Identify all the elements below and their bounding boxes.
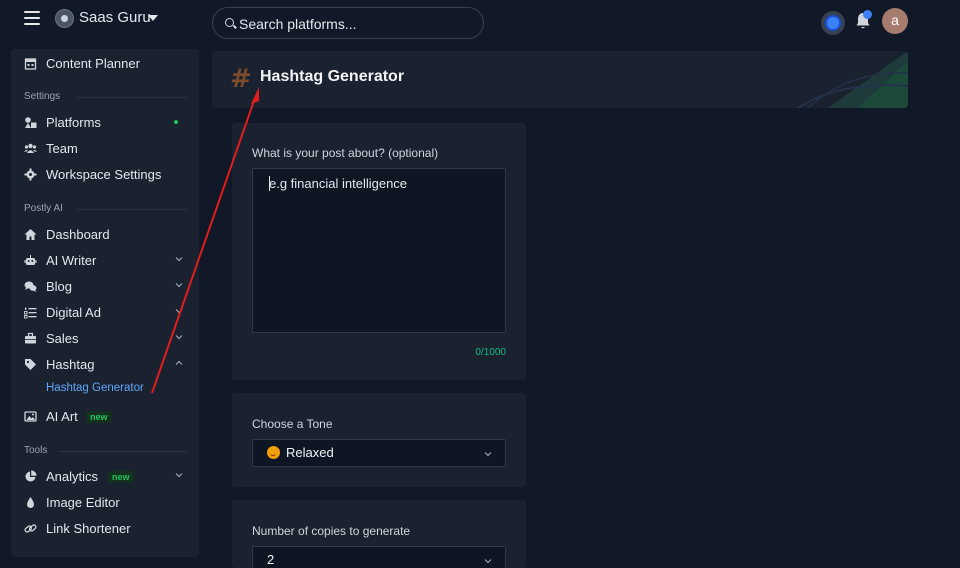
sidebar-item-label: AI Writer — [46, 253, 97, 268]
copies-value: 2 — [267, 552, 275, 567]
droplet-icon — [24, 496, 37, 509]
image-icon — [24, 410, 37, 423]
sidebar-subitem-hashtag-generator[interactable]: Hashtag Generator — [46, 382, 144, 394]
sidebar-item-label: Analytics — [46, 469, 99, 484]
divider — [77, 209, 187, 210]
pie-chart-icon — [24, 470, 37, 483]
copies-card: Number of copies to generate 2 — [232, 500, 526, 568]
sidebar-item-content-planner[interactable]: Content Planner — [11, 54, 199, 74]
text-cursor — [269, 176, 270, 191]
sidebar-item-dashboard[interactable]: Dashboard — [11, 225, 199, 245]
settings-button[interactable] — [821, 11, 845, 35]
link-icon — [24, 522, 37, 535]
divider — [59, 451, 187, 452]
chevron-down-icon[interactable] — [174, 254, 184, 264]
sidebar-item-analytics[interactable]: Analytics new — [11, 467, 199, 487]
tone-card: Choose a Tone Relaxed — [232, 393, 526, 487]
list-ol-icon — [24, 306, 37, 319]
sidebar-item-label: Dashboard — [46, 227, 110, 242]
gear-icon — [24, 168, 37, 181]
tag-icon — [24, 358, 37, 371]
sidebar-item-ai-art[interactable]: AI Art new — [11, 407, 199, 427]
sidebar-item-hashtag[interactable]: Hashtag — [11, 355, 199, 375]
tone-select[interactable]: Relaxed — [252, 439, 506, 467]
menu-icon[interactable] — [24, 11, 40, 25]
sidebar-item-digital-ad[interactable]: Digital Ad — [11, 303, 199, 323]
sidebar-item-label: Image Editor — [46, 495, 120, 510]
sidebar-item-blog[interactable]: Blog — [11, 277, 199, 297]
sidebar-item-label: Workspace Settings — [46, 167, 162, 182]
chevron-down-icon[interactable] — [174, 280, 184, 290]
new-badge: new — [108, 471, 134, 483]
sidebar-item-label: AI Art — [46, 409, 78, 424]
briefcase-icon — [24, 332, 37, 345]
copies-label: Number of copies to generate — [252, 524, 411, 538]
calendar-icon — [24, 57, 37, 70]
chevron-up-icon[interactable] — [174, 358, 184, 368]
sidebar-item-label: Hashtag — [46, 357, 95, 372]
new-badge: new — [86, 411, 112, 423]
workspace-logo[interactable] — [55, 9, 74, 28]
sidebar: Content Planner Settings Platforms Team … — [11, 49, 199, 557]
chevron-down-icon[interactable] — [174, 332, 184, 342]
search-input[interactable] — [239, 14, 469, 34]
sidebar-item-image-editor[interactable]: Image Editor — [11, 493, 199, 513]
search-box[interactable] — [212, 7, 484, 39]
chevron-down-icon — [484, 452, 492, 457]
robot-icon — [24, 254, 37, 267]
sidebar-item-label: Blog — [46, 279, 73, 294]
post-topic-textarea[interactable]: e.g financial intelligence — [252, 168, 506, 333]
chevron-down-icon[interactable] — [174, 306, 184, 316]
avatar[interactable]: a — [882, 8, 908, 34]
home-icon — [24, 228, 37, 241]
sidebar-item-sales[interactable]: Sales — [11, 329, 199, 349]
page-title: Hashtag Generator — [260, 68, 405, 85]
sidebar-item-workspace-settings[interactable]: Workspace Settings — [11, 165, 199, 185]
section-label-tools: Tools — [24, 445, 48, 456]
post-topic-placeholder: e.g financial intelligence — [269, 176, 408, 191]
search-icon — [225, 18, 234, 27]
sidebar-item-label: Team — [46, 141, 78, 156]
sidebar-item-label: Platforms — [46, 115, 101, 130]
post-topic-card: What is your post about? (optional) e.g … — [232, 123, 526, 380]
sidebar-item-label: Link Shortener — [46, 521, 131, 536]
divider — [77, 97, 187, 98]
post-topic-label: What is your post about? (optional) — [252, 146, 439, 160]
header-decoration — [798, 51, 908, 108]
sidebar-item-link-shortener[interactable]: Link Shortener — [11, 519, 199, 539]
hashtag-icon: # — [230, 64, 252, 94]
sidebar-item-ai-writer[interactable]: AI Writer — [11, 251, 199, 271]
sidebar-item-label: Digital Ad — [46, 305, 101, 320]
users-icon — [24, 142, 37, 155]
copies-select[interactable]: 2 — [252, 546, 506, 568]
character-counter: 0/1000 — [475, 347, 506, 358]
notification-dot — [863, 10, 872, 19]
sidebar-item-label: Sales — [46, 331, 79, 346]
chevron-down-icon — [484, 559, 492, 564]
tone-value: Relaxed — [286, 445, 334, 460]
chevron-down-icon[interactable] — [174, 470, 184, 480]
tone-selected: Relaxed — [267, 445, 334, 460]
caret-down-icon[interactable] — [148, 15, 158, 21]
page-header: # Hashtag Generator — [212, 51, 908, 108]
section-label-postly-ai: Postly AI — [24, 203, 63, 214]
top-bar: Saas Guru a — [0, 0, 960, 44]
comments-icon — [24, 280, 37, 293]
section-label-settings: Settings — [24, 91, 61, 102]
shapes-icon — [24, 116, 37, 129]
gear-icon — [827, 17, 839, 29]
sidebar-item-label: Content Planner — [46, 56, 140, 71]
workspace-name[interactable]: Saas Guru — [79, 9, 151, 26]
tone-label: Choose a Tone — [252, 417, 333, 431]
sidebar-item-platforms[interactable]: Platforms — [11, 113, 199, 133]
status-dot — [174, 120, 178, 124]
relaxed-emoji-icon — [267, 446, 280, 459]
sidebar-item-team[interactable]: Team — [11, 139, 199, 159]
